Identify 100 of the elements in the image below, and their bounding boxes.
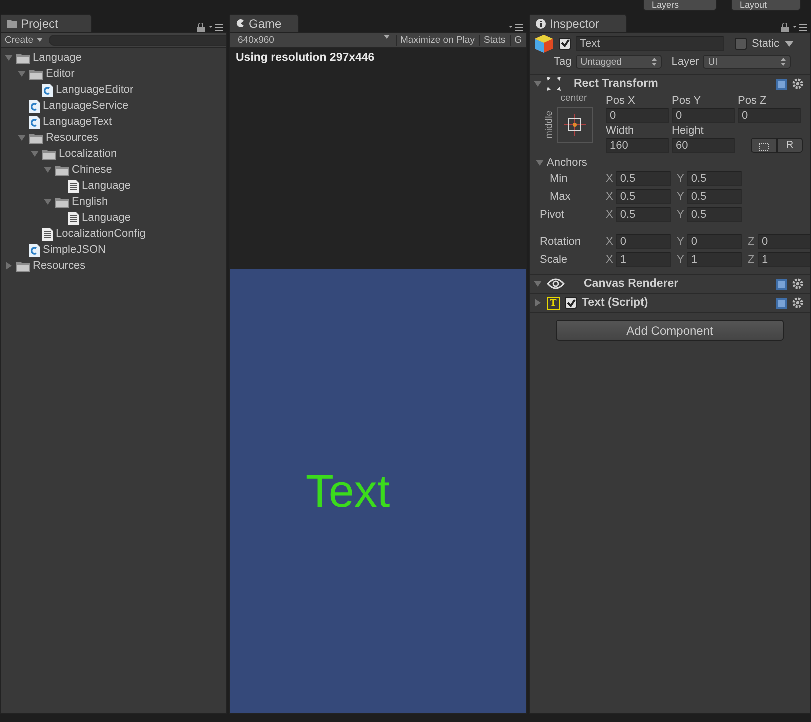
game-toolbar-button[interactable]: G [510,34,526,46]
expand-arrow-icon[interactable] [18,134,26,142]
tree-item[interactable]: Editor [46,68,75,80]
layer-label: Layer [672,56,700,68]
axis-label: Y [677,208,684,220]
anchor-crosshair-icon [564,114,586,136]
expand-arrow-icon[interactable] [536,159,544,167]
lock-icon[interactable] [781,23,789,32]
tag-dropdown[interactable]: Untagged [576,55,662,69]
lock-icon[interactable] [197,23,205,32]
folder-icon [16,52,30,64]
tree-item[interactable]: Resources [33,260,86,272]
game-toolbar-button[interactable]: Maximize on Play [396,34,479,46]
up-down-arrows-icon [652,58,657,66]
axis-label: X [606,172,614,184]
field-label: Height [672,124,705,138]
tree-item[interactable]: LanguageText [43,116,112,128]
value-field[interactable]: 160 [606,138,669,153]
cube-icon [534,34,554,54]
tree-item[interactable]: Chinese [72,164,112,176]
value-field[interactable]: 0.5 [616,207,672,222]
value-field[interactable]: 0.5 [687,171,742,186]
value-field[interactable]: 0.5 [616,189,672,204]
game-toolbar-button[interactable]: Stats [478,34,510,46]
value-field[interactable]: 0 [758,234,810,249]
active-checkbox[interactable] [559,38,571,50]
inspector-tab[interactable]: Inspector [529,14,627,32]
axis-label: X [606,254,614,266]
dropdown-arrow-icon [36,38,43,42]
tree-item[interactable]: Language [33,52,82,64]
folder-icon [16,260,30,272]
anchor-horizontal-label: center [560,93,588,104]
collapsed-arrow-icon[interactable] [534,299,542,307]
name-field[interactable]: Text [576,36,724,51]
tree-item[interactable]: LanguageService [43,100,129,112]
tree-item[interactable]: LanguageEditor [56,84,134,96]
value-field[interactable]: 0 [687,234,742,249]
search-field[interactable] [48,34,226,46]
static-checkbox[interactable] [735,38,747,50]
help-icon[interactable] [776,278,787,290]
top-toolbar-button[interactable]: Layers [643,0,717,11]
tree-item[interactable]: Language [82,212,131,224]
value-field[interactable]: 0 [606,108,669,123]
folder-icon [29,132,43,144]
script-icon [29,244,40,256]
layer-dropdown[interactable]: UI [703,55,792,69]
expand-arrow-icon[interactable] [44,166,52,174]
add-component-button[interactable]: Add Component [556,320,784,341]
settings-icon[interactable] [792,297,804,309]
blueprint-mode-button[interactable] [751,138,777,153]
settings-icon[interactable] [792,278,804,290]
pacman-icon [236,19,245,28]
axis-label: Z [748,236,755,248]
top-toolbar-button[interactable]: Layout [731,0,801,11]
value-field[interactable]: 0.5 [687,207,742,222]
static-label: Static [752,38,780,50]
property-label: Pivot [539,208,566,222]
help-icon[interactable] [776,78,787,90]
resolution-dropdown[interactable]: 640x960 [238,34,396,46]
expand-arrow-icon[interactable] [18,70,26,78]
raw-edit-button[interactable]: R [777,138,803,153]
value-field[interactable]: 0.5 [687,189,742,204]
tree-item[interactable]: English [72,196,108,208]
document-icon [68,180,79,192]
value-field[interactable]: 1 [687,252,742,267]
tree-item[interactable]: Language [82,180,131,192]
value-field[interactable]: 60 [672,138,735,153]
value-field[interactable]: 1 [758,252,810,267]
value-field[interactable]: 1 [616,252,672,267]
tree-item[interactable]: Resources [46,132,99,144]
expand-arrow-icon[interactable] [534,80,542,88]
project-tab[interactable]: Project [0,14,92,32]
tree-item[interactable]: SimpleJSON [43,244,106,256]
tree-item[interactable]: LocalizationConfig [56,228,146,240]
collapsed-arrow-icon[interactable] [5,262,13,270]
panel-menu-icon[interactable] [793,24,807,32]
dropdown-arrow-icon[interactable] [784,40,794,46]
panel-menu-icon[interactable] [209,24,223,32]
value-field[interactable]: 0 [738,108,801,123]
help-icon[interactable] [776,298,787,308]
enabled-checkbox[interactable] [565,297,577,309]
document-icon [42,228,53,240]
expand-arrow-icon[interactable] [5,54,13,62]
create-dropdown[interactable]: Create [5,34,43,46]
value-field[interactable]: 0 [672,108,735,123]
expand-arrow-icon[interactable] [534,280,542,288]
panel-menu-icon[interactable] [509,24,523,32]
field-label: Pos Z [738,94,768,108]
tree-item[interactable]: Localization [59,148,118,160]
expand-arrow-icon[interactable] [31,150,39,158]
folder-icon [42,148,56,160]
anchor-preset-button[interactable] [556,107,592,143]
value-field[interactable]: 0.5 [616,171,672,186]
settings-icon[interactable] [792,78,804,90]
expand-arrow-icon[interactable] [44,198,52,206]
axis-label: Y [677,172,684,184]
up-down-arrows-icon [781,58,786,66]
game-tab[interactable]: Game [229,14,299,32]
axis-label: Y [677,236,684,248]
value-field[interactable]: 0 [616,234,672,249]
